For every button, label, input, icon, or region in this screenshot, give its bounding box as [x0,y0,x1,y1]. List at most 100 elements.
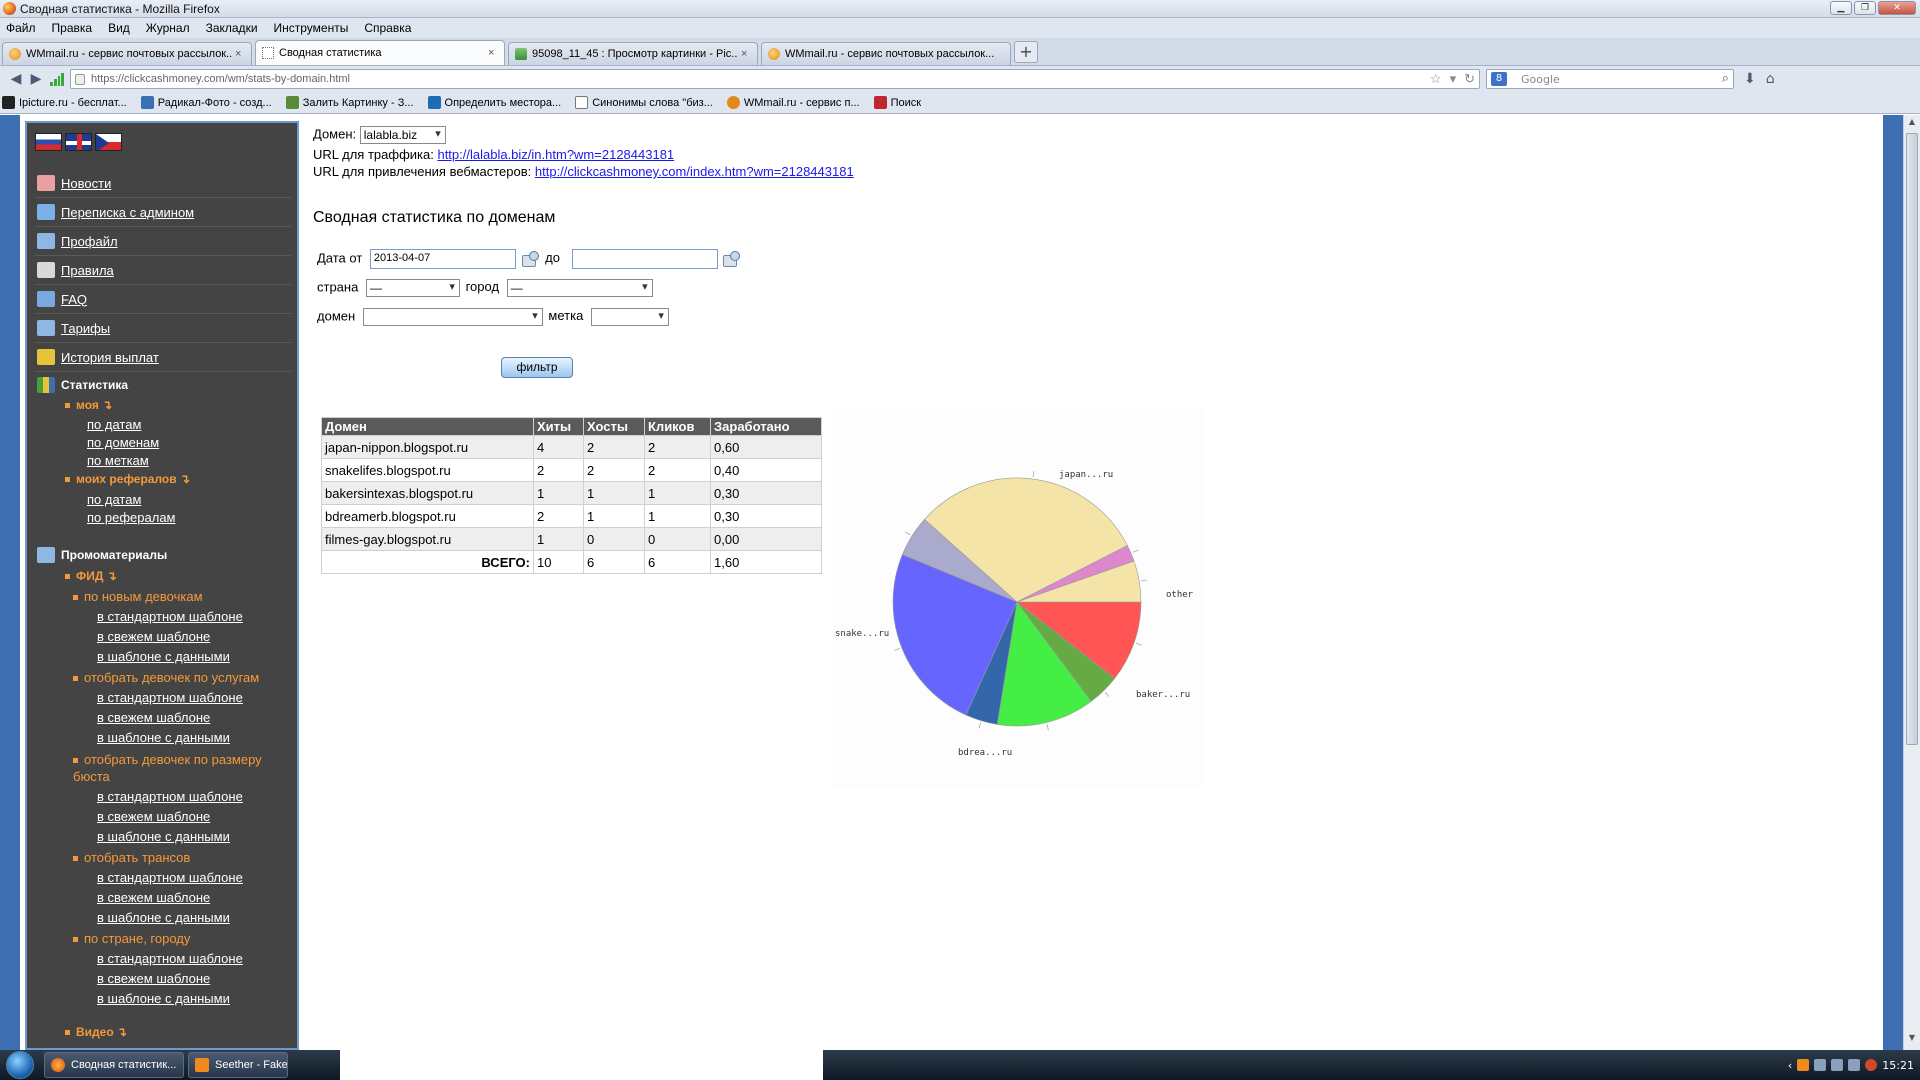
clock[interactable]: 15:21 [1882,1059,1914,1072]
keyboard-layout-icon[interactable] [1831,1059,1844,1071]
domain-filter-select[interactable] [362,308,543,326]
tray-expand-icon[interactable]: ‹ [1788,1059,1792,1072]
promo-link-fresh[interactable]: в свежем шаблоне [97,710,210,725]
promo-link-standard[interactable]: в стандартном шаблоне [97,609,243,624]
column-header-hits[interactable]: Хиты [533,417,584,436]
back-arrow-icon[interactable]: ◀ [6,70,26,88]
sidebar-item-news[interactable]: Новости [35,169,291,198]
menu-edit[interactable]: Правка [52,21,93,35]
start-button[interactable] [0,1050,40,1080]
forward-arrow-icon[interactable]: ▶ [26,70,46,88]
promo-group-new-girls[interactable]: по новым девочкам [73,589,203,604]
sidebar-item-label[interactable]: Тарифы [61,321,110,336]
stats-mine-toggle[interactable]: моя ↴ [65,398,112,412]
tab-wmmail-2[interactable]: WMmail.ru - сервис почтовых рассылок... [761,42,1011,65]
webmaster-url-link[interactable]: http://clickcashmoney.com/index.htm?wm=2… [535,164,854,179]
promo-group-bust[interactable]: отобрать девочек по размеру бюста [73,751,293,785]
url-bar[interactable]: https://clickcashmoney.com/wm/stats-by-d… [70,69,1480,89]
new-tab-button[interactable]: + [1014,41,1038,63]
menu-history[interactable]: Журнал [146,21,190,35]
sidebar-item-rules[interactable]: Правила [35,256,291,285]
promo-link-data[interactable]: в шаблоне с данными [97,829,230,844]
google-icon[interactable]: 8 [1491,72,1507,86]
dropdown-arrow-icon[interactable]: ▾ [1450,71,1457,87]
stats-refs-by-referral[interactable]: по рефералам [87,510,175,525]
sidebar-item-label[interactable]: Правила [61,263,114,278]
maximize-button[interactable]: ❐ [1854,1,1876,15]
traffic-url-link[interactable]: http://lalabla.biz/in.htm?wm=2128443181 [437,147,674,162]
vertical-scrollbar[interactable]: ▲ ▼ [1903,115,1920,1050]
stats-refs-by-date[interactable]: по датам [87,492,141,507]
menu-help[interactable]: Справка [364,21,411,35]
stats-mine-by-domain[interactable]: по доменам [87,435,159,450]
promo-link-fresh[interactable]: в свежем шаблоне [97,629,210,644]
scrollbar-thumb[interactable] [1906,133,1918,745]
scroll-up-icon[interactable]: ▲ [1904,117,1920,131]
promo-link-fresh[interactable]: в свежем шаблоне [97,971,210,986]
promo-feed-toggle[interactable]: ФИД ↴ [65,569,117,583]
tab-stats[interactable]: Сводная статистика × [255,40,505,65]
column-header-domain[interactable]: Домен [321,417,534,436]
column-header-hosts[interactable]: Хосты [583,417,645,436]
bookmark-ipicture[interactable]: Ipicture.ru - бесплат... [2,96,127,109]
sidebar-item-label[interactable]: История выплат [61,350,159,365]
close-tab-icon[interactable]: × [741,48,751,60]
menu-view[interactable]: Вид [108,21,130,35]
stats-mine-by-tag[interactable]: по меткам [87,453,149,468]
tab-picture[interactable]: 95098_11_45 : Просмотр картинки - Pic...… [508,42,758,65]
city-select[interactable]: — [506,279,653,297]
date-to-input[interactable] [571,249,718,269]
search-icon[interactable]: ⌕ [1722,71,1729,86]
promo-link-data[interactable]: в шаблоне с данными [97,649,230,664]
download-icon[interactable]: ⬇ [1744,71,1756,87]
column-header-earned[interactable]: Заработано [710,417,822,436]
promo-group-services[interactable]: отобрать девочек по услугам [73,670,259,685]
sidebar-item-tariffs[interactable]: Тарифы [35,314,291,343]
bookmark-search[interactable]: Поиск [873,96,921,109]
tab-wmmail-1[interactable]: WMmail.ru - сервис почтовых рассылок... … [2,42,252,65]
sidebar-item-label[interactable]: FAQ [61,292,87,307]
taskbar-item-firefox[interactable]: Сводная статистик... [44,1052,184,1078]
close-tab-icon[interactable]: × [235,48,245,60]
bookmark-synonyms[interactable]: Синонимы слова "биз... [575,96,713,109]
promo-link-standard[interactable]: в стандартном шаблоне [97,951,243,966]
close-tab-icon[interactable]: × [488,47,498,59]
menu-bookmarks[interactable]: Закладки [206,21,258,35]
antivirus-icon[interactable] [1865,1059,1878,1071]
promo-link-standard[interactable]: в стандартном шаблоне [97,690,243,705]
bookmark-wmmail[interactable]: WMmail.ru - сервис п... [726,96,860,109]
uk-flag-icon[interactable] [65,133,92,151]
menu-tools[interactable]: Инструменты [274,21,349,35]
promo-group-country[interactable]: по стране, городу [73,931,190,946]
stats-refs-toggle[interactable]: моих рефералов ↴ [65,472,190,486]
volume-icon[interactable] [1848,1059,1861,1071]
country-select[interactable]: — [365,279,460,297]
calendar-icon[interactable] [721,250,741,268]
minimize-button[interactable]: ▁ [1830,1,1852,15]
sidebar-item-label[interactable]: Новости [61,176,111,191]
date-from-input[interactable]: 2013-04-07 [369,249,516,269]
column-header-clicks[interactable]: Кликов [644,417,711,436]
sidebar-item-label[interactable]: Переписка с админом [61,205,194,220]
bookmark-zalit[interactable]: Залить Картинку - З... [285,96,414,109]
promo-link-data[interactable]: в шаблоне с данными [97,910,230,925]
sidebar-item-payouts[interactable]: История выплат [35,343,291,372]
reload-icon[interactable]: ↻ [1464,71,1475,87]
close-window-button[interactable]: ✕ [1878,1,1916,15]
promo-video-toggle[interactable]: Видео ↴ [65,1025,127,1039]
vlc-tray-icon[interactable] [1797,1059,1810,1071]
czech-flag-icon[interactable] [95,133,122,151]
domain-select[interactable]: lalabla.biz [359,126,446,144]
calendar-icon[interactable] [520,250,539,268]
bookmark-ip-locate[interactable]: Определить местора... [427,96,561,109]
promo-link-standard[interactable]: в стандартном шаблоне [97,870,243,885]
promo-link-standard[interactable]: в стандартном шаблоне [97,789,243,804]
russia-flag-icon[interactable] [35,133,62,151]
promo-group-trans[interactable]: отобрать трансов [73,850,190,865]
scroll-down-icon[interactable]: ▼ [1904,1033,1920,1047]
sidebar-item-profile[interactable]: Профайл [35,227,291,256]
filter-button[interactable]: фильтр [501,357,573,378]
taskbar-item-player[interactable]: Seether - Fake It [188,1052,288,1078]
bookmark-star-icon[interactable]: ☆ [1430,71,1442,87]
network-icon[interactable] [1814,1059,1827,1071]
